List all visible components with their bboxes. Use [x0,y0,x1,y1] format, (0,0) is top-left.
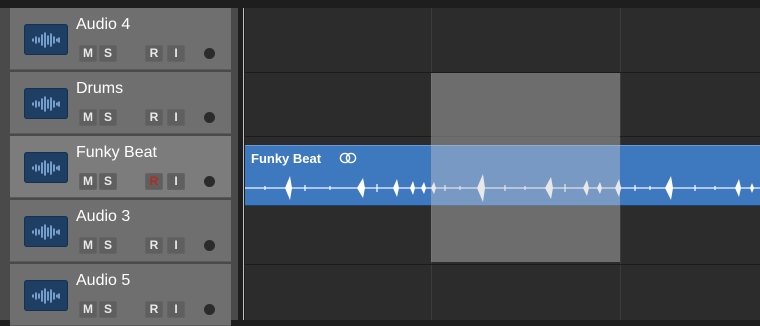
track-header-drums[interactable]: Drums M S R I [10,72,231,134]
audio-waveform-icon [24,280,68,311]
solo-button[interactable]: S [99,237,117,254]
audio-waveform-icon [24,216,68,247]
track-header-audio-3[interactable]: Audio 3 M S R I [10,200,231,262]
input-monitor-button[interactable]: I [167,109,185,126]
tracks-area: Audio 4 M S R I Drums M S R I Funky Beat… [0,0,760,326]
track-headers: Audio 4 M S R I Drums M S R I Funky Beat… [0,8,238,326]
solo-button[interactable]: S [99,109,117,126]
lane-separator [245,264,760,265]
playhead-line[interactable] [243,8,244,320]
track-header-funky-beat[interactable]: Funky Beat M S R I [10,136,231,198]
solo-button[interactable]: S [99,301,117,318]
solo-button[interactable]: S [99,45,117,62]
record-enable-button[interactable]: R [145,173,163,190]
mute-button[interactable]: M [79,301,97,318]
audio-waveform-icon [24,24,68,55]
input-monitor-button[interactable]: I [167,237,185,254]
track-activity-led [204,48,215,59]
audio-waveform-icon [24,152,68,183]
track-name[interactable]: Drums [76,80,123,98]
track-activity-led [204,240,215,251]
mute-button[interactable]: M [79,173,97,190]
mute-button[interactable]: M [79,45,97,62]
marquee-selection[interactable] [431,73,620,262]
record-enable-button[interactable]: R [145,45,163,62]
track-header-audio-4[interactable]: Audio 4 M S R I [10,8,231,70]
track-name[interactable]: Audio 5 [76,272,130,290]
track-header-audio-5[interactable]: Audio 5 M S R I [10,264,231,326]
input-monitor-button[interactable]: I [167,173,185,190]
track-activity-led [204,304,215,315]
loop-icon [339,151,357,169]
track-activity-led [204,176,215,187]
input-monitor-button[interactable]: I [167,45,185,62]
record-enable-button[interactable]: R [145,301,163,318]
track-name[interactable]: Audio 4 [76,16,130,34]
record-enable-button[interactable]: R [145,109,163,126]
audio-waveform-icon [24,88,68,119]
record-enable-button[interactable]: R [145,237,163,254]
mute-button[interactable]: M [79,237,97,254]
input-monitor-button[interactable]: I [167,301,185,318]
track-name[interactable]: Audio 3 [76,208,130,226]
mute-button[interactable]: M [79,109,97,126]
track-activity-led [204,112,215,123]
solo-button[interactable]: S [99,173,117,190]
track-name[interactable]: Funky Beat [76,144,157,162]
region-title: Funky Beat [251,151,322,166]
